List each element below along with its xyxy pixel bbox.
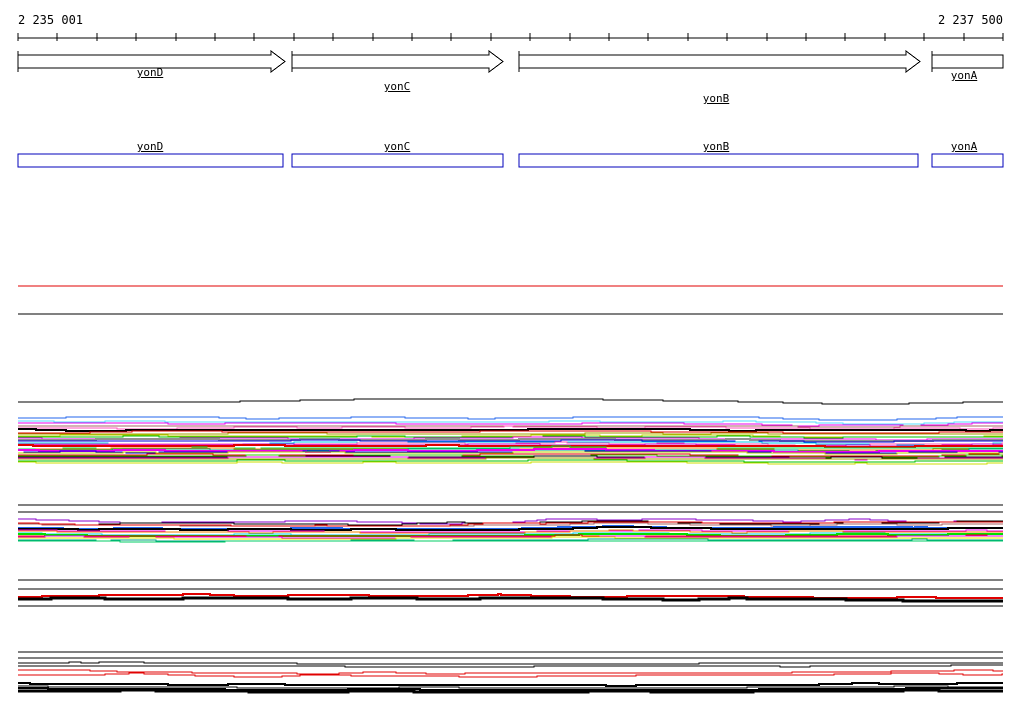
track-1-series-0 xyxy=(18,398,1003,405)
track-4-series-5 xyxy=(18,685,1003,689)
gene-box-yonD[interactable] xyxy=(17,153,284,168)
gene-box-yonA[interactable] xyxy=(931,153,1004,168)
gene-arrow-label-yonD[interactable]: yonD xyxy=(137,67,164,79)
gene-box-label-yonB[interactable]: yonB xyxy=(703,141,730,153)
gene-arrow-yonB[interactable] xyxy=(518,50,921,73)
genome-browser-view: 2 235 001 2 237 500 yonD yonC yonB yonA … xyxy=(0,0,1024,714)
gene-arrow-yonC[interactable] xyxy=(291,50,504,73)
track-4-series-0 xyxy=(18,661,1003,665)
track-4-series-2 xyxy=(18,669,1003,675)
gene-arrow-label-yonB[interactable]: yonB xyxy=(703,93,730,105)
track-4-series-1 xyxy=(18,664,1003,668)
gene-arrow-label-yonC[interactable]: yonC xyxy=(384,81,411,93)
track-4-series-3 xyxy=(18,672,1003,678)
gene-box-yonB[interactable] xyxy=(518,153,919,168)
genome-plot-canvas xyxy=(17,33,1004,694)
ruler-start-coordinate: 2 235 001 xyxy=(18,13,84,27)
gene-box-label-yonA[interactable]: yonA xyxy=(951,141,978,153)
track-1-series-1 xyxy=(18,416,1003,421)
track-1-series-7 xyxy=(18,430,1003,434)
gene-box-yonC[interactable] xyxy=(291,153,504,168)
gene-box-label-yonD[interactable]: yonD xyxy=(137,141,164,153)
gene-box-label-yonC[interactable]: yonC xyxy=(384,141,411,153)
ruler-end-coordinate: 2 237 500 xyxy=(937,13,1003,27)
gene-arrow-yonA[interactable] xyxy=(931,54,1004,69)
gene-arrow-label-yonA[interactable]: yonA xyxy=(951,70,978,82)
track-4-series-4 xyxy=(18,682,1003,687)
